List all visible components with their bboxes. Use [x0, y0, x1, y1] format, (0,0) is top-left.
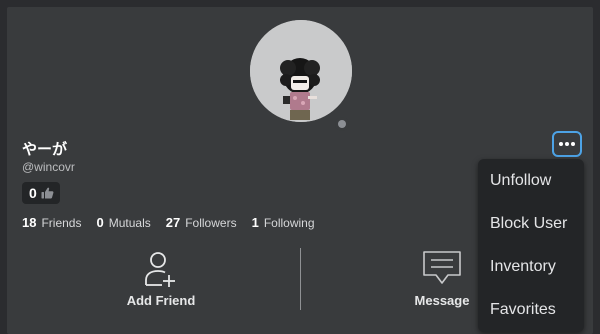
menu-item-inventory[interactable]: Inventory — [478, 245, 584, 288]
likes-badge[interactable]: 0 — [22, 182, 60, 204]
username: @wincovr — [22, 160, 75, 174]
stat-count: 18 — [22, 215, 37, 230]
avatar[interactable] — [250, 20, 352, 122]
more-options-menu: Unfollow Block User Inventory Favorites — [478, 159, 584, 332]
message-button[interactable]: Message — [407, 250, 477, 308]
message-label: Message — [414, 293, 470, 308]
stat-count: 0 — [96, 215, 104, 230]
stat-label: Mutuals — [108, 216, 151, 230]
stat-label: Friends — [41, 216, 82, 230]
more-options-button[interactable] — [552, 131, 582, 157]
stat-count: 27 — [165, 215, 181, 230]
action-divider — [300, 248, 301, 310]
avatar-container — [250, 20, 352, 131]
thumbs-up-icon — [41, 187, 54, 199]
stat-label: Following — [263, 216, 315, 230]
more-dot — [565, 142, 569, 146]
display-name: やーが — [22, 140, 68, 158]
profile-card: やーが @wincovr 0 18 Friends 0 Mutuals 27 F… — [7, 7, 593, 334]
chat-bubble-icon — [423, 251, 461, 284]
menu-item-favorites[interactable]: Favorites — [478, 288, 584, 331]
stat-count: 1 — [251, 215, 259, 230]
stat-followers[interactable]: 27 Followers — [166, 215, 237, 230]
stat-mutuals[interactable]: 0 Mutuals — [96, 215, 150, 230]
likes-count: 0 — [29, 185, 37, 201]
more-dot — [571, 142, 575, 146]
menu-item-unfollow[interactable]: Unfollow — [478, 159, 584, 202]
avatar-image — [250, 20, 352, 122]
add-friend-label: Add Friend — [126, 293, 196, 308]
stat-friends[interactable]: 18 Friends — [22, 215, 81, 230]
add-friend-button[interactable]: Add Friend — [125, 250, 197, 308]
presence-dot-icon — [335, 117, 349, 131]
stats-row: 18 Friends 0 Mutuals 27 Followers 1 Foll… — [22, 215, 330, 230]
stat-following[interactable]: 1 Following — [252, 215, 315, 230]
person-plus-icon — [145, 252, 175, 287]
stat-label: Followers — [185, 216, 237, 230]
menu-item-block-user[interactable]: Block User — [478, 202, 584, 245]
more-horizontal-icon — [559, 142, 563, 146]
